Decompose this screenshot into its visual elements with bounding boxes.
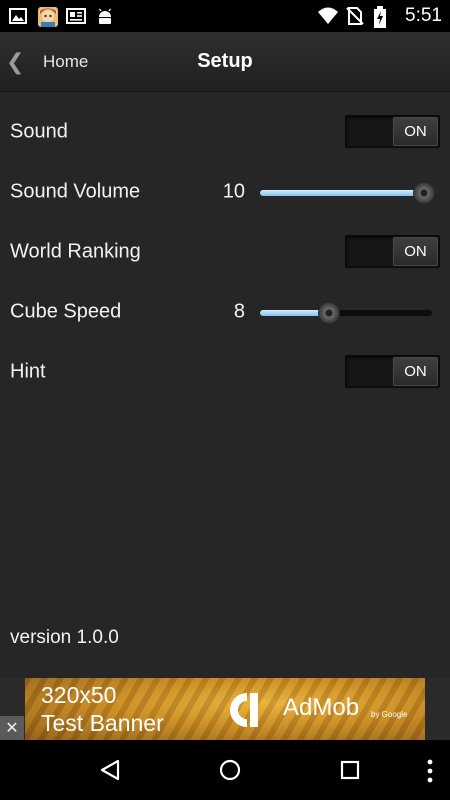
overflow-menu-icon[interactable] [424, 758, 436, 784]
world-ranking-toggle-knob: ON [393, 237, 438, 266]
game-avatar-icon [37, 6, 58, 27]
version-label: version 1.0.0 [10, 627, 119, 648]
home-nav-icon[interactable] [210, 750, 250, 790]
navigation-bar [0, 740, 450, 800]
hint-toggle[interactable]: ON [345, 355, 440, 388]
cube-speed-value: 8 [233, 300, 245, 323]
sound-volume-value: 10 [222, 180, 245, 203]
world-ranking-toggle[interactable]: ON [345, 235, 440, 268]
admob-logo-icon [225, 689, 273, 731]
sound-volume-slider[interactable] [260, 182, 435, 204]
image-icon [8, 6, 28, 26]
sound-volume-slider-fill [260, 190, 424, 196]
cube-speed-slider[interactable] [260, 302, 432, 324]
news-icon [66, 6, 86, 26]
setting-row-sound-volume: Sound Volume 10 [0, 162, 450, 222]
back-nav-icon[interactable] [90, 750, 130, 790]
ad-close-button[interactable]: ✕ [0, 716, 24, 740]
android-icon [95, 6, 115, 26]
sound-volume-slider-thumb[interactable] [413, 182, 435, 204]
admob-by-google: by Google [371, 710, 408, 719]
cube-speed-slider-thumb[interactable] [318, 302, 340, 324]
sound-toggle-knob: ON [393, 117, 438, 146]
setting-row-cube-speed: Cube Speed 8 [0, 282, 450, 342]
ad-banner[interactable]: 320x50 Test Banner AdMob by Google [25, 678, 425, 740]
ad-size-text: 320x50 [41, 682, 117, 708]
page-title: Setup [197, 50, 253, 72]
sound-toggle[interactable]: ON [345, 115, 440, 148]
sound-volume-label: Sound Volume [10, 180, 141, 203]
battery-charging-icon [373, 6, 393, 28]
hint-toggle-knob: ON [393, 357, 438, 386]
cube-speed-label: Cube Speed [10, 300, 122, 323]
ad-title-text: Test Banner [41, 710, 164, 736]
setting-row-sound: Sound ON [0, 102, 450, 162]
wifi-icon [317, 6, 339, 26]
world-ranking-label: World Ranking [10, 240, 141, 263]
sound-label: Sound [10, 120, 68, 143]
ad-area: ✕ 320x50 Test Banner AdMob by Google [0, 678, 450, 740]
status-bar: 5:51 [0, 0, 450, 32]
no-sim-icon [345, 6, 365, 26]
app-header: ❮ Home Setup [0, 32, 450, 92]
hint-label: Hint [10, 360, 46, 383]
clock: 5:51 [405, 5, 442, 26]
setting-row-world-ranking: World Ranking ON [0, 222, 450, 282]
settings-panel: Sound ON Sound Volume 10 World Ranking O… [0, 92, 450, 678]
setting-row-hint: Hint ON [0, 342, 450, 402]
recents-nav-icon[interactable] [330, 750, 370, 790]
admob-brand: AdMob [283, 694, 360, 721]
